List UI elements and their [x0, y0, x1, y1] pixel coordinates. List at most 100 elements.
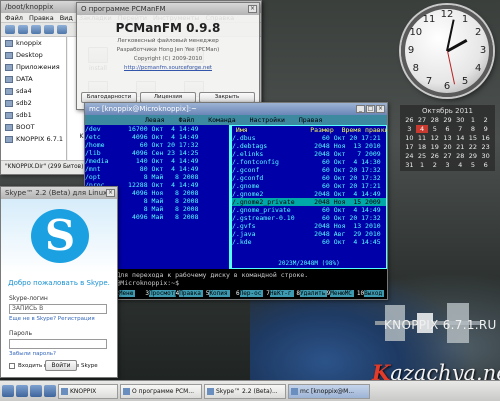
mc-file-row[interactable]: /.elinks 2048 Окт 7 2009 [232, 150, 386, 158]
mc-command-area[interactable]: Совет: Для перехода к рабочему диску в к… [85, 269, 387, 289]
browser-launcher-icon[interactable] [30, 385, 42, 397]
mc-file-row[interactable]: /.gstreamer-0.10 60 Окт 20 17:32 [232, 214, 386, 222]
calendar-day[interactable]: 26 [403, 116, 416, 124]
close-button[interactable]: × [376, 105, 385, 113]
calendar-day[interactable]: 29 [441, 116, 454, 124]
calendar-day[interactable]: 16 [479, 134, 492, 142]
calendar-day[interactable]: 3 [441, 161, 454, 169]
taskbar-task[interactable]: KNOPPIX [58, 383, 118, 399]
skype-login-button[interactable]: Войти [45, 360, 77, 371]
calendar-day[interactable]: 18 [416, 143, 429, 151]
taskbar-task[interactable]: Skype™ 2.2 (Beta)... [204, 383, 286, 399]
close-button[interactable]: × [248, 5, 257, 13]
calendar-day[interactable]: 28 [454, 152, 467, 160]
mc-fkey-8[interactable]: 8Удалить [296, 288, 327, 299]
mc-menu-item[interactable]: Правая [299, 115, 322, 125]
calendar-day[interactable]: 23 [479, 143, 492, 151]
mc-file-row[interactable]: /.gconfd 60 Окт 20 17:32 [232, 174, 386, 182]
calendar-day[interactable]: 2 [479, 116, 492, 124]
mc-menu-item[interactable]: Файл [179, 115, 195, 125]
mc-file-row[interactable]: /.gnome2_private 2048 Ноя 15 2009 [232, 198, 386, 206]
skype-password-input[interactable] [9, 339, 107, 349]
calendar-day[interactable]: 20 [441, 143, 454, 151]
back-icon[interactable] [5, 25, 15, 34]
calendar-day[interactable]: 21 [454, 143, 467, 151]
mc-file-row[interactable]: /mnt 80 Окт 4 14:49 [85, 165, 229, 173]
mc-fkey-9[interactable]: 9МенюMC [326, 288, 357, 299]
mc-fkey-6[interactable]: 6Пер-ос [236, 288, 266, 299]
mc-right-panel[interactable]: Имя Размер Время правки /.dbus 60 Окт 20… [231, 125, 387, 269]
maximize-button[interactable]: □ [366, 105, 375, 113]
calendar-day[interactable]: 6 [441, 125, 454, 133]
calendar-day[interactable]: 9 [479, 125, 492, 133]
mc-file-row[interactable]: /media 140 Окт 4 14:49 [85, 157, 229, 165]
up-icon[interactable] [31, 25, 41, 34]
calendar-day[interactable]: 12 [428, 134, 441, 142]
mc-file-row[interactable]: /.gnome_private 60 Окт 4 14:49 [232, 206, 386, 214]
mc-file-row[interactable]: /etc 4096 Окт 4 14:49 [85, 133, 229, 141]
taskbar-task[interactable]: О программе PCM... [120, 383, 202, 399]
calendar-day[interactable]: 22 [467, 143, 480, 151]
calendar-day[interactable]: 1 [467, 116, 480, 124]
sidebar-item[interactable]: Приложения [1, 61, 66, 73]
calendar-day[interactable]: 10 [403, 134, 416, 142]
mc-file-row[interactable]: /.fontconfig 60 Окт 4 14:30 [232, 158, 386, 166]
calendar-day[interactable]: 5 [428, 125, 441, 133]
calendar-day[interactable]: 2 [428, 161, 441, 169]
file-manager-launcher-icon[interactable] [16, 385, 28, 397]
mc-menu-item[interactable]: Настройки [250, 115, 285, 125]
calendar-day[interactable]: 1 [416, 161, 429, 169]
home-icon[interactable] [44, 25, 54, 34]
calendar-day[interactable]: 4 [415, 125, 429, 133]
mc-file-row[interactable]: /dev 16700 Окт 4 14:49 [85, 125, 229, 133]
terminal-launcher-icon[interactable] [44, 385, 56, 397]
mc-titlebar[interactable]: mc [knoppix@Microknoppix]:~ _ □ × [85, 103, 387, 115]
calendar-day[interactable]: 31 [403, 161, 416, 169]
calendar-day[interactable]: 30 [479, 152, 492, 160]
calendar-day[interactable]: 8 [467, 125, 480, 133]
mc-file-row[interactable]: /.kde 60 Окт 4 14:45 [232, 238, 386, 246]
mc-file-row[interactable]: /lib 4096 Сен 23 14:25 [85, 149, 229, 157]
sidebar-item[interactable]: Desktop [1, 49, 66, 61]
calendar-day[interactable]: 26 [428, 152, 441, 160]
calendar-day[interactable]: 30 [454, 116, 467, 124]
calendar-day[interactable]: 6 [479, 161, 492, 169]
calendar-day[interactable]: 15 [467, 134, 480, 142]
mc-fkey-5[interactable]: 5Копия [205, 288, 236, 299]
mc-file-row[interactable]: /.gnome 60 Окт 20 17:21 [232, 182, 386, 190]
sidebar-item[interactable]: sda4 [1, 85, 66, 97]
skype-forgot-password-link[interactable]: Забыли пароль? [9, 351, 117, 357]
mc-file-row[interactable]: /home 60 Окт 20 17:32 [85, 141, 229, 149]
sidebar-item[interactable]: knoppix [1, 37, 66, 49]
start-menu-icon[interactable] [2, 385, 14, 397]
skype-register-link[interactable]: Еще не в Skype? Регистрация [9, 316, 117, 322]
sidebar-item[interactable]: BOOT [1, 121, 66, 133]
mc-fkey-4[interactable]: 4Правка [175, 288, 206, 299]
mc-menu-item[interactable]: Левая [145, 115, 165, 125]
calendar-day[interactable]: 19 [428, 143, 441, 151]
calendar-day[interactable]: 4 [454, 161, 467, 169]
sidebar-item[interactable]: sdb1 [1, 109, 66, 121]
about-website-link[interactable]: http://pcmanfm.sourceforge.net [124, 65, 212, 71]
calendar-day[interactable]: 25 [416, 152, 429, 160]
calendar-day[interactable]: 11 [416, 134, 429, 142]
calendar-day[interactable]: 17 [403, 143, 416, 151]
calendar-day[interactable]: 3 [403, 125, 416, 133]
forward-icon[interactable] [18, 25, 28, 34]
mc-file-row[interactable]: /.gconf 60 Окт 20 17:32 [232, 166, 386, 174]
taskbar-task[interactable]: mc [knoppix@M... [288, 383, 370, 399]
minimize-button[interactable]: _ [356, 105, 365, 113]
reload-icon[interactable] [57, 25, 67, 34]
mc-fkey-2[interactable]: 2Меню [115, 288, 145, 299]
mc-file-row[interactable]: /.gvfs 2048 Ноя 13 2010 [232, 222, 386, 230]
calendar-day[interactable]: 27 [416, 116, 429, 124]
mc-fkey-3[interactable]: 3Просмотр [145, 288, 176, 299]
menu-item[interactable]: Вид [60, 13, 73, 22]
calendar-day[interactable]: 27 [441, 152, 454, 160]
calendar-day[interactable]: 28 [428, 116, 441, 124]
close-button[interactable]: × [106, 189, 115, 197]
mc-fkey-7[interactable]: 7НвКт-г [266, 288, 296, 299]
calendar-day[interactable]: 7 [454, 125, 467, 133]
calendar-day[interactable]: 5 [467, 161, 480, 169]
mc-fkey-10[interactable]: 10Выход [356, 288, 387, 299]
